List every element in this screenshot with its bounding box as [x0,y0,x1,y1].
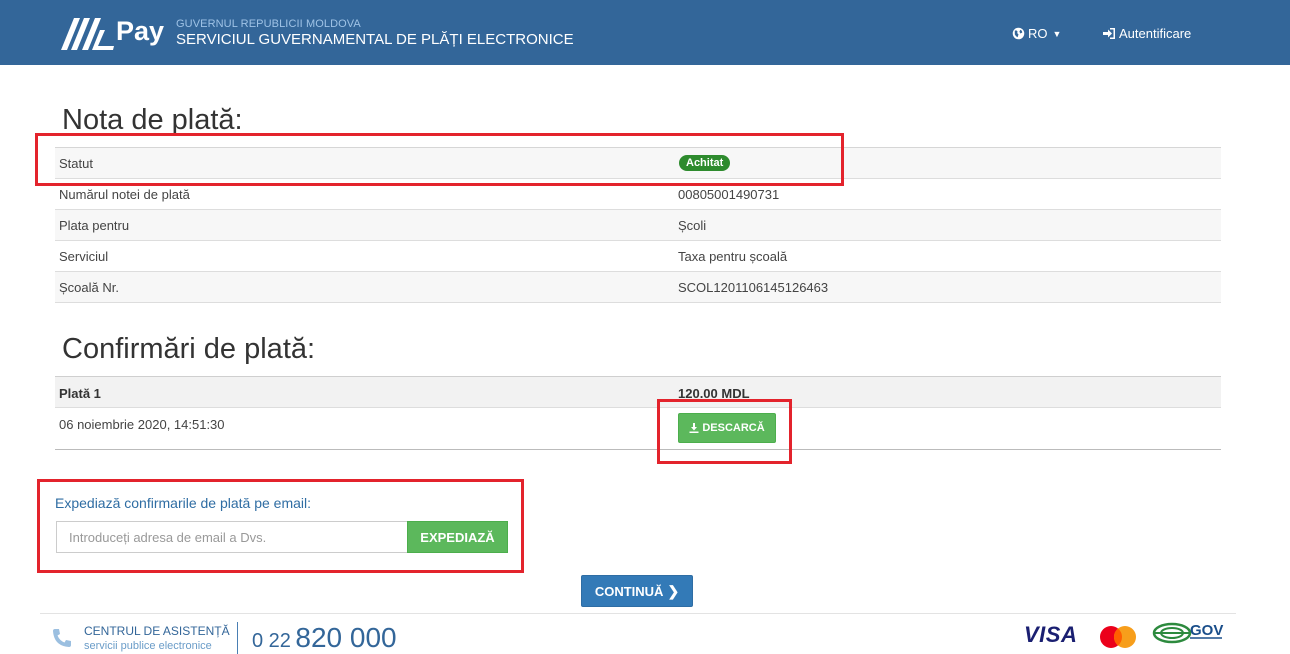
support-center-subtitle: servicii publice electronice [84,640,212,652]
confirmations-heading: Confirmări de plată: [62,333,316,365]
payment-datetime: 06 noiembrie 2020, 14:51:30 [59,417,225,432]
footer-separator [237,622,238,654]
footer-divider [40,613,1236,614]
payment-for-value: Școli [678,218,707,233]
note-number-value: 00805001490731 [678,187,780,202]
globe-icon [1012,27,1025,40]
send-button[interactable]: EXPEDIAZĂ [407,521,508,553]
top-navbar: Pay GUVERNUL REPUBLICII MOLDOVA SERVICIU… [0,0,1290,65]
download-button[interactable]: DESCARCĂ [678,413,776,443]
logo-text: Pay [116,16,164,46]
payment-note-heading: Nota de plată: [62,104,243,136]
mpay-logo[interactable]: Pay [58,10,170,54]
continue-button[interactable]: CONTINUĂ ❯ [581,575,693,607]
support-center-title: CENTRUL DE ASISTENȚĂ [84,624,230,638]
gov-logo-text: GOV [1190,622,1223,639]
table-row: Serviciul Taxa pentru școală [55,241,1221,272]
mastercard-logo [1100,626,1136,648]
language-selector[interactable]: RO ▼ [1012,26,1061,41]
caret-down-icon: ▼ [1052,28,1062,39]
visa-logo: VISA [1024,622,1078,647]
language-label: RO [1028,26,1048,41]
continue-label: CONTINUĂ [594,583,664,599]
status-label: Statut [59,156,93,171]
table-row: Școală Nr. SCOL1201106145126463 [55,272,1221,303]
service-value: Taxa pentru școală [678,249,788,264]
phone-main: 820 000 [295,622,397,653]
table-row: Numărul notei de plată 00805001490731 [55,179,1221,210]
service-label: Serviciul [59,249,109,264]
table-row: Plata pentru Școli [55,210,1221,241]
payment-amount: 120.00 MDL [678,386,750,401]
download-icon [689,423,699,433]
school-number-value: SCOL1201106145126463 [678,280,829,295]
support-phone-number: 0 22 820 000 [252,622,397,654]
payment-for-label: Plata pentru [59,218,130,233]
payment-note-table: Statut Achitat Numărul notei de plată 00… [55,147,1221,303]
government-caption: GUVERNUL REPUBLICII MOLDOVA [176,18,361,30]
table-row: Statut Achitat [55,148,1221,179]
table-row: 06 noiembrie 2020, 14:51:30 DESCARCĂ [55,408,1221,450]
note-number-label: Numărul notei de plată [59,187,190,202]
phone-icon [53,629,71,647]
phone-prefix: 0 22 [252,630,291,652]
download-label: DESCARCĂ [702,422,765,434]
confirmations-table: Plată 1 120.00 MDL 06 noiembrie 2020, 14… [55,376,1221,450]
payment-label: Plată 1 [59,386,101,401]
login-link[interactable]: Autentificare [1102,26,1191,41]
email-section-title: Expediază confirmarile de plată pe email… [55,495,312,511]
service-title: SERVICIUL GUVERNAMENTAL DE PLĂȚI ELECTRO… [176,31,574,48]
status-badge: Achitat [679,155,731,171]
login-label: Autentificare [1119,26,1192,41]
sign-in-icon [1103,28,1115,39]
school-number-label: Școală Nr. [59,280,119,295]
egov-logo: GOV [1152,622,1223,644]
chevron-right-icon: ❯ [667,582,680,599]
table-header-row: Plată 1 120.00 MDL [55,376,1221,408]
email-field[interactable] [56,521,408,553]
